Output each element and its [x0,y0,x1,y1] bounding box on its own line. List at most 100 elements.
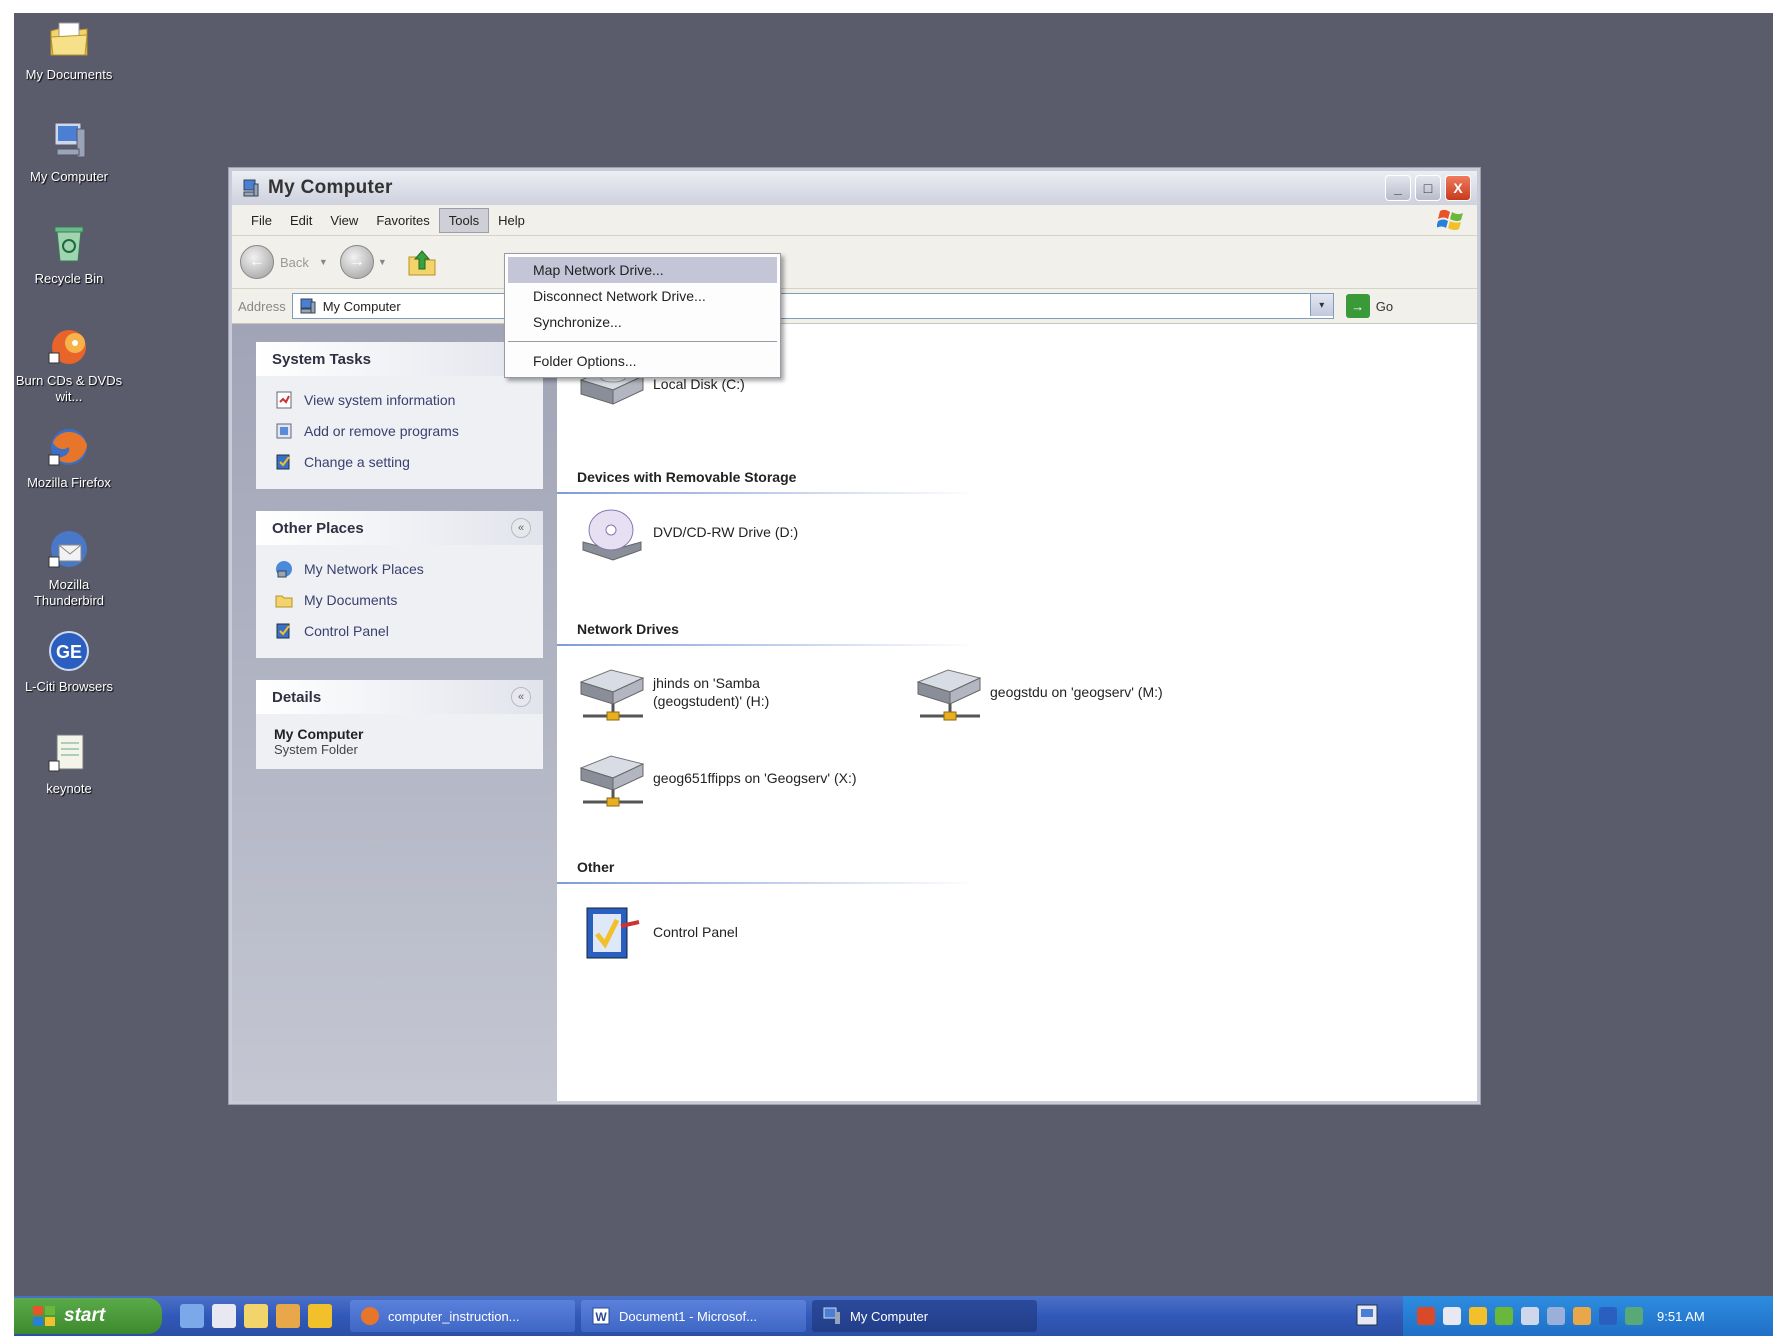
desktop-icon-label: Mozilla Thunderbird [33,577,105,609]
desktop-icon-firefox[interactable]: Mozilla Firefox [14,425,124,491]
desktop-icon-label: keynote [46,781,92,796]
firefox-icon [361,1307,379,1325]
address-dropdown-icon[interactable]: ▾ [1309,294,1333,316]
menu-item-folder-options[interactable]: Folder Options... [505,348,780,374]
maximize-button[interactable]: □ [1415,175,1441,201]
drive-label: Local Disk (C:) [653,376,745,392]
desktop-icon-burn-cd[interactable]: Burn CDs & DVDs wit... [14,323,124,406]
control-panel-label: Control Panel [653,924,738,940]
back-button-label[interactable]: Back [280,255,309,270]
panel-link-label: My Network Places [304,560,424,577]
quick-launch-folder-icon[interactable] [244,1304,268,1328]
link-change-a-setting[interactable]: Change a setting [274,446,531,477]
menu-edit[interactable]: Edit [281,209,321,232]
taskbar-item-document1[interactable]: W Document1 - Microsof... [581,1300,806,1332]
group-divider [557,492,977,494]
quick-launch-media-icon[interactable] [308,1304,332,1328]
close-button[interactable]: X [1445,175,1471,201]
system-tasks-header[interactable]: System Tasks « [256,342,543,376]
collapse-icon[interactable]: « [511,687,531,707]
link-add-remove-programs[interactable]: Add or remove programs [274,415,531,446]
menu-favorites[interactable]: Favorites [367,209,438,232]
tray-update-icon[interactable] [1495,1307,1513,1325]
drive-list: Local Disk (C:) Devices with Removable S… [557,324,1477,1101]
desktop-icon-keynote[interactable]: keynote [14,731,124,797]
tray-volume-icon[interactable] [1547,1307,1565,1325]
drive-label: jhinds on 'Samba [653,674,760,691]
task-label: Document1 - Microsof... [619,1308,757,1324]
my-computer-small-icon [243,179,259,197]
drive-network-x[interactable]: geog651ffipps on 'Geogserv' (X:) [575,748,857,808]
menu-tools[interactable]: Tools [438,207,490,233]
my-documents-small-icon [275,595,293,607]
drive-network-h[interactable]: jhinds on 'Samba (geogstudent)' (H:) [575,662,769,722]
control-panel-item[interactable]: Control Panel [575,902,738,962]
details-panel: Details « My Computer System Folder [256,680,543,769]
collapse-icon[interactable]: « [511,518,531,538]
group-heading-network: Network Drives [577,621,679,637]
go-button[interactable]: → Go [1345,294,1393,318]
tray-power-icon[interactable] [1521,1307,1539,1325]
tray-network-icon[interactable] [1443,1307,1461,1325]
link-control-panel[interactable]: Control Panel [274,615,531,646]
thunderbird-icon [48,531,87,568]
window-content: System Tasks « View system information A… [232,324,1477,1101]
panel-link-label: Change a setting [304,453,410,470]
desktop-icon-recycle-bin[interactable]: Recycle Bin [14,221,124,287]
title-bar[interactable]: My Computer _ □ X [232,171,1477,205]
desktop-icon-thunderbird[interactable]: Mozilla Thunderbird [14,527,124,610]
tray-sync-icon[interactable] [1625,1307,1643,1325]
back-dropdown-icon[interactable]: ▼ [319,257,328,267]
link-my-documents[interactable]: My Documents [274,584,531,615]
drive-label: geogstdu on 'geogserv' (M:) [990,684,1163,700]
quick-launch-desktop-icon[interactable] [212,1304,236,1328]
link-view-system-information[interactable]: View system information [274,384,531,415]
tray-shield-icon[interactable] [1599,1307,1617,1325]
network-drive-icon [579,755,645,807]
desktop-icon-label: L-Citi Browsers [24,679,114,694]
desktop-icon-label: Burn CDs & DVDs wit... [15,373,123,405]
menu-view[interactable]: View [321,209,367,232]
menu-file[interactable]: File [242,209,281,232]
up-folder-icon[interactable] [407,247,437,277]
desktop-icon-my-computer[interactable]: My Computer [14,119,124,185]
quick-launch-ie-icon[interactable] [180,1304,204,1328]
forward-dropdown-icon[interactable]: ▼ [378,257,387,267]
menu-item-map-network-drive[interactable]: Map Network Drive... [508,257,777,283]
control-panel-small-icon [276,623,290,638]
taskbar-item-my-computer[interactable]: My Computer [812,1300,1037,1332]
address-input[interactable]: My Computer ▾ [291,293,1334,319]
svg-text:GE: GE [56,642,82,662]
other-places-header[interactable]: Other Places « [256,511,543,545]
desktop-icon-my-documents[interactable]: My Documents [14,17,124,83]
desktop-icon-browsers[interactable]: GE L-Citi Browsers [14,629,124,695]
drive-dvd-d[interactable]: DVD/CD-RW Drive (D:) [575,502,798,562]
back-arrow-icon[interactable]: ← [240,245,274,279]
drive-network-m[interactable]: geogstdu on 'geogserv' (M:) [912,662,1163,722]
quick-launch [180,1304,332,1328]
link-my-network-places[interactable]: My Network Places [274,553,531,584]
window-title: My Computer [268,177,393,198]
network-places-icon [276,560,292,577]
dvd-drive-icon [582,509,642,561]
recycle-bin-icon [54,226,84,262]
quick-launch-app-icon[interactable] [276,1304,300,1328]
tray-antivirus-icon[interactable] [1417,1307,1435,1325]
task-label: My Computer [850,1308,929,1324]
window-controls: _ □ X [1385,175,1471,201]
control-panel-icon [586,907,640,959]
tray-security-icon[interactable] [1469,1307,1487,1325]
menu-help[interactable]: Help [489,209,534,232]
tray-app-icon[interactable] [1573,1307,1591,1325]
language-bar-icon[interactable] [1354,1302,1380,1328]
network-drive-icon [916,669,982,721]
start-button[interactable]: start [14,1298,162,1334]
menu-item-synchronize[interactable]: Synchronize... [505,309,780,335]
details-header[interactable]: Details « [256,680,543,714]
my-documents-icon [50,22,88,56]
taskbar-item-computer-instructions[interactable]: computer_instruction... [350,1300,575,1332]
forward-arrow-icon[interactable]: → [339,245,374,279]
minimize-button[interactable]: _ [1385,175,1411,201]
taskbar-clock[interactable]: 9:51 AM [1657,1309,1705,1324]
menu-item-disconnect-network-drive[interactable]: Disconnect Network Drive... [505,283,780,309]
